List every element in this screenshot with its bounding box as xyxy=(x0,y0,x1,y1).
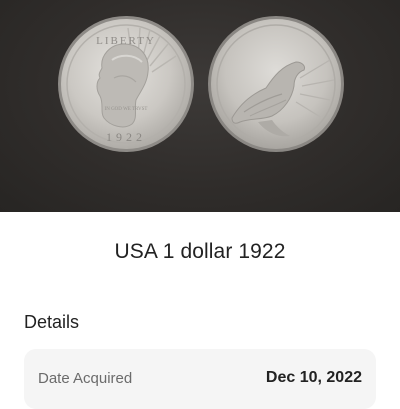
detail-row-date-acquired[interactable]: Date Acquired Dec 10, 2022 xyxy=(24,349,376,409)
details-heading: Details xyxy=(24,312,80,332)
coin-photo-image: LIBERTY IN GOD WE TRVST 1922 xyxy=(58,16,344,152)
date-acquired-label: Date Acquired xyxy=(38,370,133,387)
obverse-motto: IN GOD WE TRVST xyxy=(105,107,148,112)
coin-reverse xyxy=(208,16,344,152)
date-acquired-value: Dec 10, 2022 xyxy=(265,369,362,386)
coin-obverse: LIBERTY IN GOD WE TRVST 1922 xyxy=(58,16,194,152)
coin-photo[interactable]: LIBERTY IN GOD WE TRVST 1922 xyxy=(0,0,400,212)
obverse-year: 1922 xyxy=(106,130,146,144)
coin-title: USA 1 dollar 1922 xyxy=(114,240,286,263)
obverse-legend: LIBERTY xyxy=(96,35,156,47)
